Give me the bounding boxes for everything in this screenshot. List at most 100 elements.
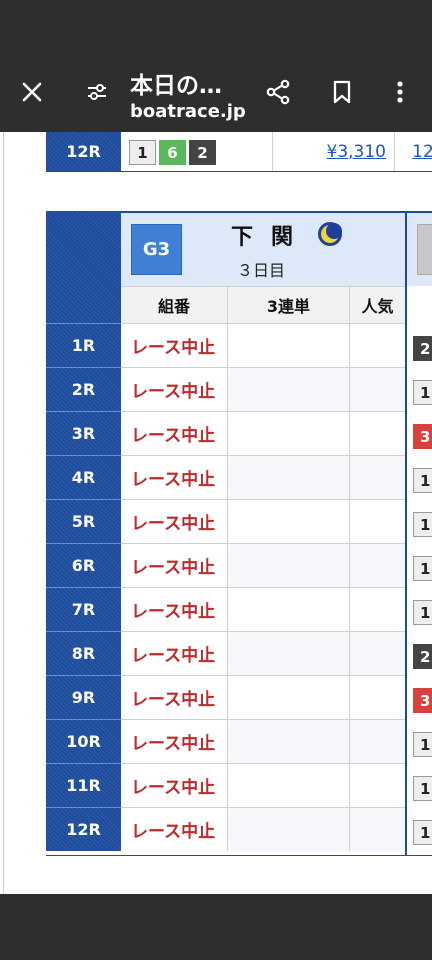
- payout-cell: [228, 412, 350, 455]
- payout-cell: [228, 632, 350, 675]
- grade-badge: G3: [131, 224, 182, 275]
- race-number: 10R: [46, 719, 121, 763]
- boat-badge: 1: [413, 600, 432, 625]
- boat-badge: 1: [413, 820, 432, 845]
- next-venue-header[interactable]: [407, 211, 432, 286]
- table-row: レース中止: [121, 323, 405, 367]
- table-row: レース中止: [121, 543, 405, 587]
- race-number: 1R: [46, 323, 121, 367]
- venue-header[interactable]: G3 下関 ３日目: [121, 211, 405, 286]
- next-venue-column: 2 1 3 1 1 1 1 2 3 1 1 1: [405, 211, 432, 856]
- payout-cell: [228, 588, 350, 631]
- table-row: レース中止: [121, 807, 405, 851]
- popularity-link[interactable]: 12: [395, 132, 432, 171]
- popularity-cell: [350, 412, 405, 455]
- payout-cell: [228, 676, 350, 719]
- boat-badge: 2: [189, 140, 216, 165]
- popularity-cell: [350, 456, 405, 499]
- payout-cell: [228, 324, 350, 367]
- race-day: ３日目: [237, 261, 286, 280]
- tune-icon[interactable]: [77, 72, 117, 112]
- table-row: レース中止: [121, 763, 405, 807]
- table-row: レース中止: [121, 675, 405, 719]
- race-number-column: 1R 2R 3R 4R 5R 6R 7R 8R 9R 10R 11R 12R: [46, 211, 121, 856]
- payout-cell: [228, 544, 350, 587]
- popularity-cell: [350, 368, 405, 411]
- close-icon[interactable]: [12, 72, 52, 112]
- popularity-cell: [350, 324, 405, 367]
- bookmark-icon[interactable]: [322, 72, 362, 112]
- page-content[interactable]: 12R 1 6 2 ¥3,310 12 1R 2R 3R 4R 5R 6R 7R…: [0, 132, 432, 894]
- race-number: 5R: [46, 499, 121, 543]
- status-bar: [0, 0, 432, 56]
- table-row: レース中止: [121, 631, 405, 675]
- venue-results-table: 1R 2R 3R 4R 5R 6R 7R 8R 9R 10R 11R 12R G…: [46, 211, 432, 856]
- moon-icon: [318, 222, 342, 246]
- boat-badge: 1: [129, 140, 156, 165]
- race-status: レース中止: [121, 500, 228, 543]
- boat-badge: 2: [413, 336, 432, 361]
- page-title[interactable]: 本日の…: [130, 66, 222, 100]
- race-status: レース中止: [121, 412, 228, 455]
- boat-badge: 3: [413, 688, 432, 713]
- table-row: レース中止: [121, 499, 405, 543]
- race-status: レース中止: [121, 808, 228, 851]
- race-number: 2R: [46, 367, 121, 411]
- race-status: レース中止: [121, 368, 228, 411]
- more-vert-icon[interactable]: [380, 72, 420, 112]
- race-status: レース中止: [121, 764, 228, 807]
- navigation-bar: [0, 894, 432, 960]
- boat-badge: 1: [413, 512, 432, 537]
- boat-badge: 1: [413, 380, 432, 405]
- race-status: レース中止: [121, 588, 228, 631]
- table-corner: [46, 211, 121, 323]
- race-status: レース中止: [121, 632, 228, 675]
- popularity-cell: [350, 676, 405, 719]
- previous-venue-last-row: 12R 1 6 2 ¥3,310 12: [46, 132, 432, 172]
- boat-badge: 6: [159, 140, 186, 165]
- grade-badge: [417, 224, 432, 275]
- popularity-cell: [350, 720, 405, 763]
- table-row: レース中止: [121, 587, 405, 631]
- payout-cell: [228, 368, 350, 411]
- table-row: レース中止: [121, 719, 405, 763]
- popularity-cell: [350, 544, 405, 587]
- popularity-cell: [350, 764, 405, 807]
- race-number: 8R: [46, 631, 121, 675]
- payout-cell: [228, 456, 350, 499]
- payout-link[interactable]: ¥3,310: [273, 132, 395, 171]
- table-row: レース中止: [121, 411, 405, 455]
- race-number: 3R: [46, 411, 121, 455]
- race-number: 6R: [46, 543, 121, 587]
- column-header-popularity: 人気: [350, 286, 405, 323]
- race-status: レース中止: [121, 544, 228, 587]
- race-status: レース中止: [121, 456, 228, 499]
- boat-badge: 3: [413, 424, 432, 449]
- table-row: レース中止: [121, 367, 405, 411]
- race-number: 9R: [46, 675, 121, 719]
- boat-badge: 1: [413, 468, 432, 493]
- column-header-trifecta: 3連単: [228, 286, 350, 323]
- payout-cell: [228, 500, 350, 543]
- boat-badge: 1: [413, 776, 432, 801]
- race-number: 7R: [46, 587, 121, 631]
- venue-name[interactable]: 下関: [231, 219, 311, 251]
- race-number: 12R: [46, 807, 121, 851]
- popularity-cell: [350, 808, 405, 851]
- boat-badge: 1: [413, 732, 432, 757]
- browser-toolbar: 本日の… boatrace.jp: [0, 56, 432, 132]
- race-status: レース中止: [121, 676, 228, 719]
- race-number: 4R: [46, 455, 121, 499]
- popularity-cell: [350, 500, 405, 543]
- table-bottom-border: [46, 855, 432, 856]
- share-icon[interactable]: [258, 72, 298, 112]
- race-number: 12R: [46, 132, 121, 171]
- payout-cell: [228, 764, 350, 807]
- popularity-cell: [350, 588, 405, 631]
- boat-badge: 1: [413, 556, 432, 581]
- page-url[interactable]: boatrace.jp: [130, 101, 246, 122]
- combination-cell: 1 6 2: [121, 132, 273, 171]
- page-edge: [3, 132, 4, 894]
- table-row: レース中止: [121, 455, 405, 499]
- race-status: レース中止: [121, 720, 228, 763]
